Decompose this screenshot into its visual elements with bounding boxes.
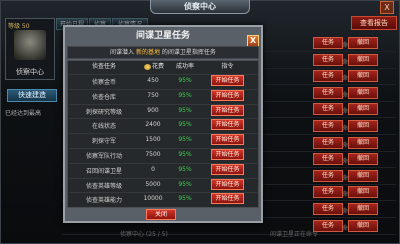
- background-task-button[interactable]: 任务: [313, 103, 343, 116]
- dialog-close-button[interactable]: 关闭: [146, 209, 176, 220]
- mission-name: 侦查英雄等级: [85, 182, 122, 190]
- start-mission-button[interactable]: 开始任务: [211, 163, 244, 175]
- start-mission-button[interactable]: 开始任务: [211, 89, 244, 101]
- start-mission-button[interactable]: 开始任务: [211, 178, 244, 190]
- building-name: 侦察中心: [16, 68, 44, 76]
- background-recall-button[interactable]: 撤回: [348, 186, 378, 199]
- background-recall-button[interactable]: 撤回: [348, 136, 378, 149]
- mission-success-rate: 95%: [178, 106, 192, 114]
- mission-name: 在线状态: [91, 123, 116, 131]
- start-mission-button[interactable]: 开始任务: [211, 119, 244, 131]
- mission-success-rate: 95%: [178, 151, 192, 158]
- start-mission-button[interactable]: 开始任务: [211, 134, 244, 146]
- footer-right-text: 间谍卫星正在命令: [270, 231, 319, 238]
- header-cost-label: 花费: [151, 63, 164, 70]
- dialog-title: 间谍卫星任务: [135, 31, 190, 41]
- background-recall-button[interactable]: 撤回: [348, 120, 378, 132]
- background-task-button[interactable]: 任务: [313, 70, 343, 83]
- mission-cost: 0: [151, 165, 155, 173]
- background-task-button[interactable]: 任务: [313, 169, 343, 182]
- background-recall-button[interactable]: 撤回: [348, 53, 378, 66]
- mission-cost: 5000: [145, 180, 161, 188]
- mission-name: 侦查仓库: [91, 93, 116, 101]
- header-cost: 花费: [138, 62, 170, 72]
- coin-icon: [143, 63, 151, 70]
- mission-name: 侦查英雄能力: [85, 197, 122, 205]
- subtitle-prefix: 间谍潜入: [110, 49, 135, 56]
- background-recall-button[interactable]: 撤回: [348, 153, 378, 166]
- subtitle-suffix: 的间谍卫星指挥任务: [161, 49, 216, 56]
- mission-cost: 450: [147, 77, 159, 84]
- background-task-button[interactable]: 任务: [313, 37, 343, 49]
- mission-success-rate: 95%: [178, 136, 192, 144]
- background-recall-button[interactable]: 撤回: [348, 70, 378, 83]
- quick-build-button[interactable]: 快速建造: [7, 89, 57, 102]
- mission-success-rate: 95%: [178, 195, 192, 203]
- mission-cost: 900: [147, 106, 159, 114]
- radar-building-icon: [14, 30, 46, 60]
- background-task-button[interactable]: 任务: [313, 203, 343, 215]
- building-level: 等级 50: [8, 23, 30, 30]
- background-task-button[interactable]: 任务: [313, 186, 343, 199]
- dialog-subtitle: 间谍潜入 新的基地 的间谍卫星指挥任务: [67, 46, 259, 59]
- background-recall-button[interactable]: 撤回: [348, 103, 378, 116]
- start-mission-button[interactable]: 开始任务: [211, 104, 244, 116]
- view-report-button[interactable]: 查看报告: [351, 16, 397, 30]
- mission-cost: 2400: [145, 121, 161, 129]
- mission-name: 召回间谍卫星: [85, 167, 122, 175]
- mission-cost: 10000: [143, 195, 163, 203]
- mission-success-rate: 95%: [178, 121, 192, 129]
- mission-success-rate: 95%: [178, 77, 192, 84]
- max-level-status: 已经达到最高: [5, 110, 42, 117]
- mission-cost: 750: [147, 91, 159, 99]
- background-task-button[interactable]: 任务: [313, 136, 343, 149]
- background-task-button[interactable]: 任务: [313, 153, 343, 166]
- mission-success-rate: 95%: [178, 180, 192, 188]
- header-task: 侦查任务: [91, 63, 116, 70]
- start-mission-button[interactable]: 开始任务: [211, 75, 244, 86]
- mission-name: 侦察军队行动: [85, 153, 122, 160]
- mission-name: 刺探研究等级: [85, 108, 122, 116]
- window-title: 侦察中心: [150, 0, 250, 14]
- window-close-button[interactable]: X: [380, 1, 394, 14]
- header-action: 指令: [221, 63, 234, 70]
- background-task-button[interactable]: 任务: [313, 53, 343, 66]
- background-recall-button[interactable]: 撤回: [348, 169, 378, 182]
- mission-name: 侦察金币: [91, 79, 116, 86]
- mission-cost: 7500: [145, 151, 161, 158]
- background-task-button[interactable]: 任务: [313, 86, 343, 99]
- subtitle-target-base: 新的基地: [135, 49, 160, 56]
- mission-cost: 1500: [145, 136, 161, 144]
- background-recall-button[interactable]: 撤回: [348, 203, 378, 215]
- mission-success-rate: 95%: [178, 91, 192, 99]
- background-recall-button[interactable]: 撤回: [348, 37, 378, 49]
- footer-left-text: 侦察中心 (25 / 5): [120, 231, 168, 238]
- background-recall-button[interactable]: 撤回: [348, 219, 378, 232]
- header-rate: 成功率: [175, 63, 194, 70]
- background-recall-button[interactable]: 撤回: [348, 86, 378, 99]
- background-task-button[interactable]: 任务: [313, 120, 343, 132]
- start-mission-button[interactable]: 开始任务: [211, 149, 244, 160]
- mission-name: 刺探守军: [91, 138, 116, 146]
- start-mission-button[interactable]: 开始任务: [211, 193, 244, 205]
- mission-success-rate: 95%: [178, 165, 192, 173]
